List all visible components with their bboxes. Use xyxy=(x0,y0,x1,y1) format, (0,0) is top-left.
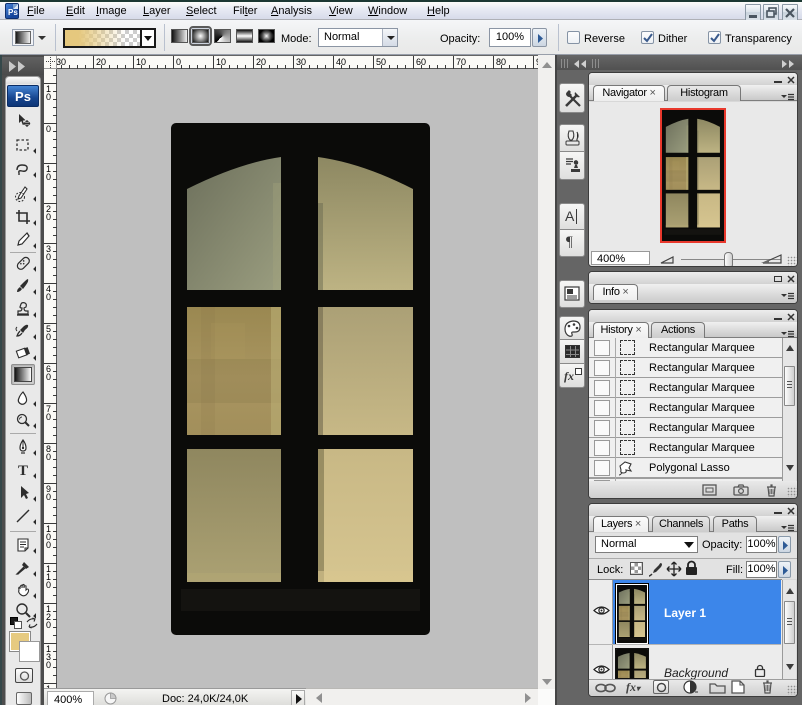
svg-text:T: T xyxy=(18,463,28,479)
